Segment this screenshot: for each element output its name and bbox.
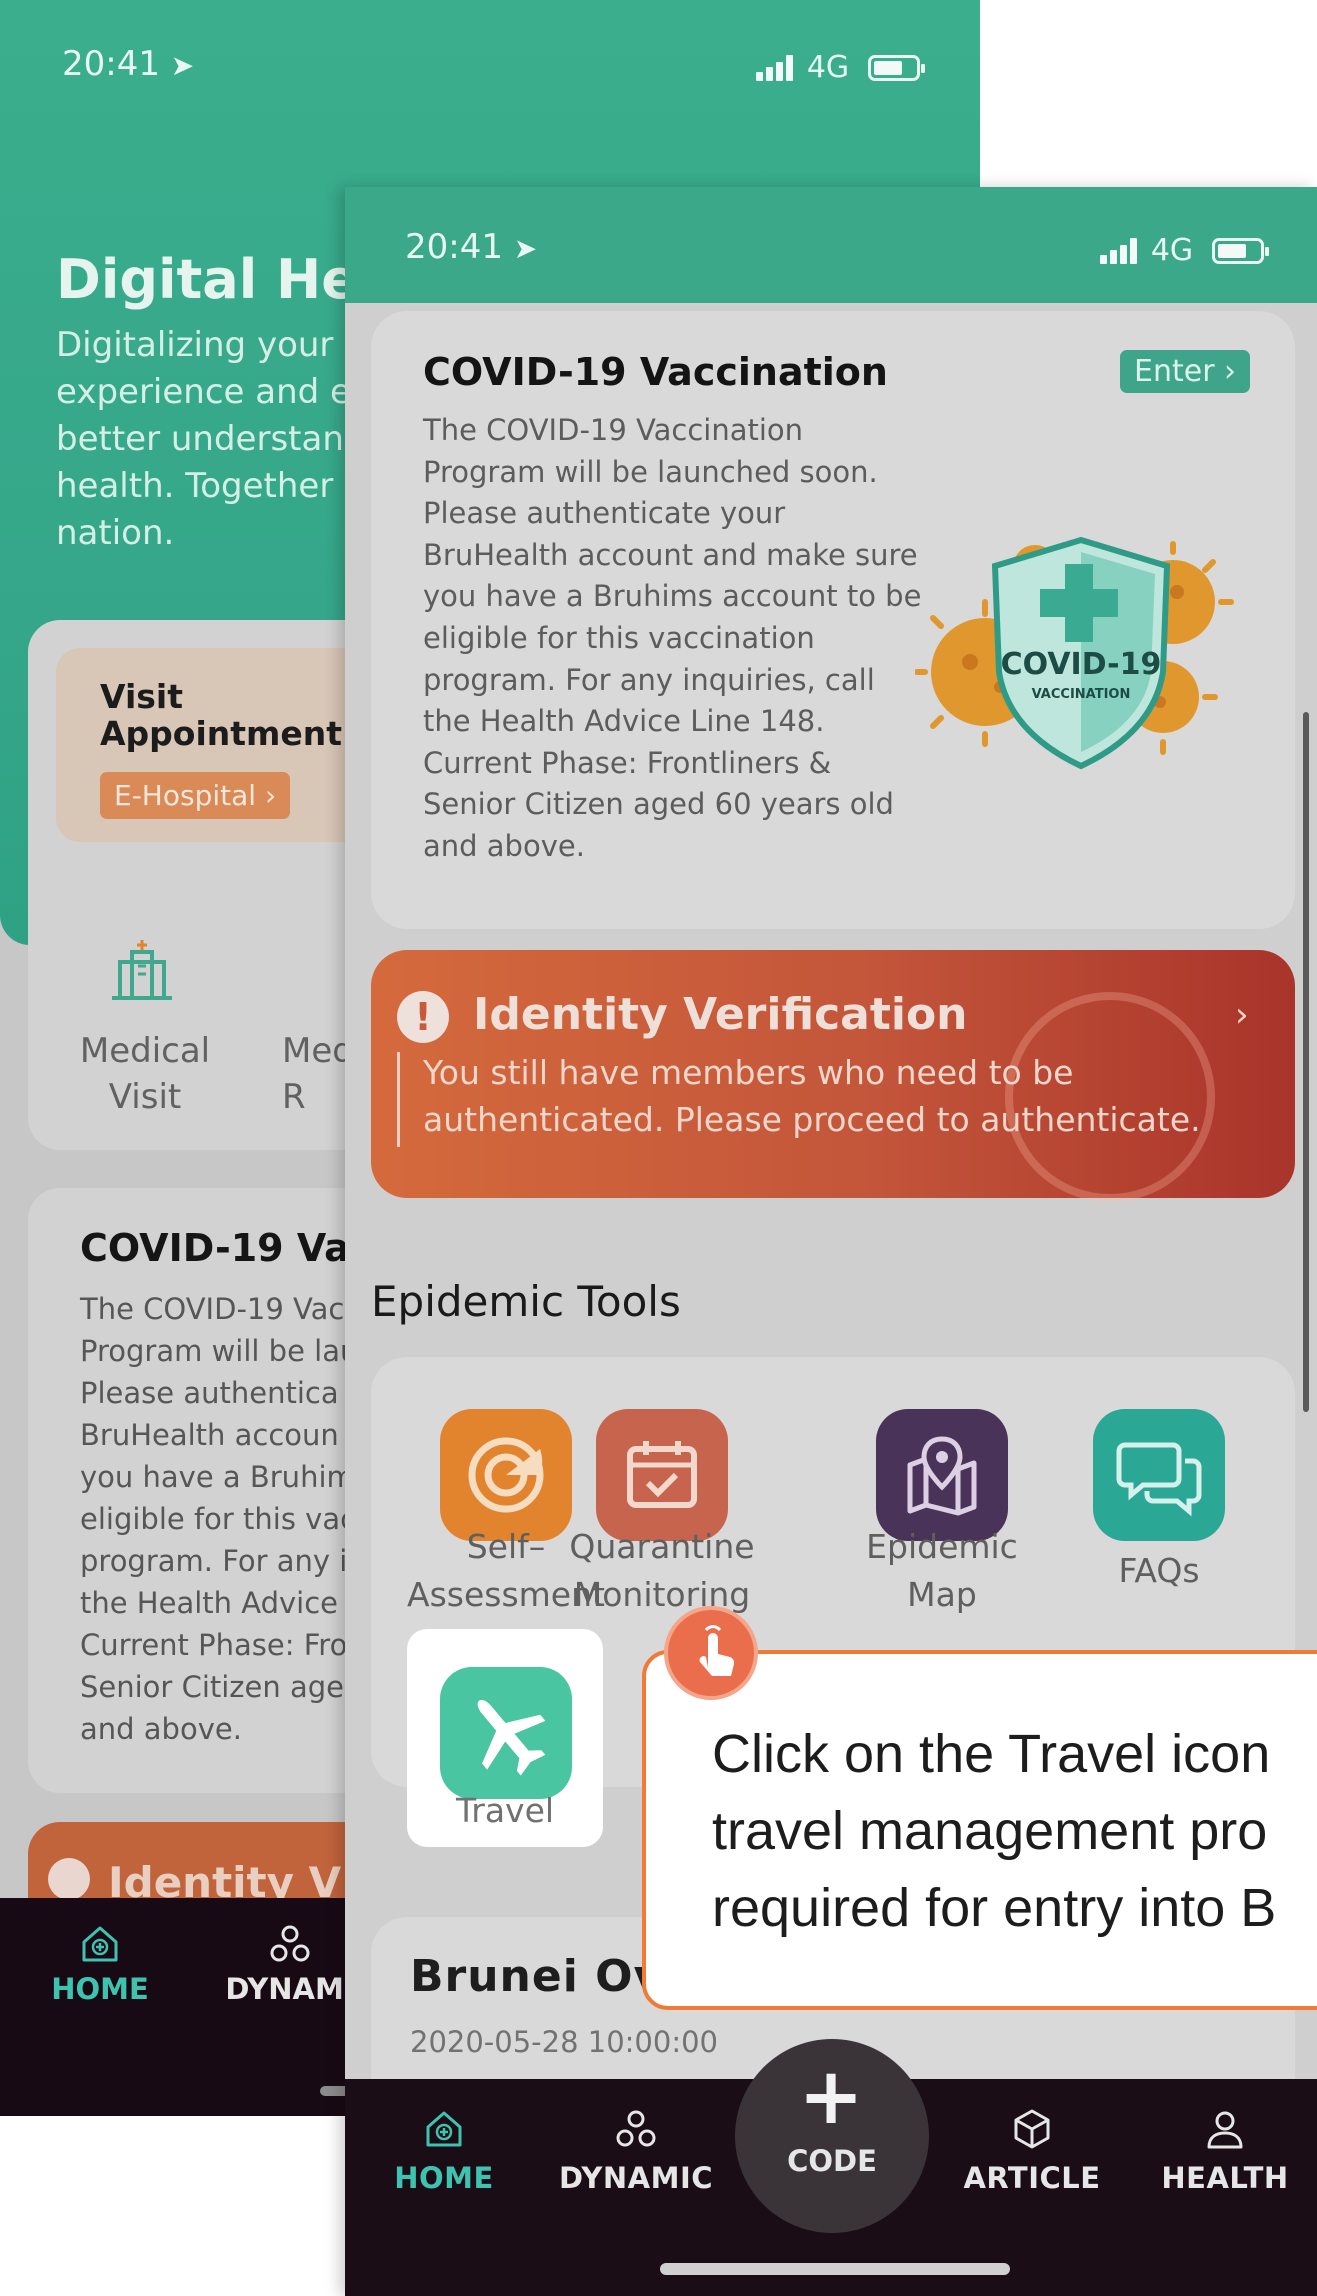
epidemic-map-button[interactable] [876,1409,1008,1541]
vaccination-title: COVID-19 Vaccination [423,350,888,394]
alert-icon [48,1858,90,1900]
status-bar: 20:41 ➤ [62,44,194,84]
tooltip-line: travel management pro [712,1801,1268,1861]
nav-article-label: ARTICLE [963,2161,1101,2195]
map-pin-icon [907,1436,977,1516]
nav-home[interactable]: HOME [364,2107,524,2195]
nav-article[interactable]: ARTICLE [952,2107,1112,2195]
epidemic-tools-heading: Epidemic Tools [371,1277,681,1326]
quarantine-monitoring-button[interactable] [596,1409,728,1541]
location-arrow-icon: ➤ [513,232,538,265]
radar-icon [468,1437,544,1513]
alert-icon: ! [397,991,449,1043]
airplane-icon [477,1699,546,1776]
nav-health-label: HEALTH [1161,2161,1289,2195]
network-label: 4G [806,50,850,85]
dynamic-icon [270,1925,310,1962]
battery-icon [1211,237,1269,264]
tooltip-line: Click on the Travel icon [712,1724,1271,1784]
vaccination-title-back: COVID-19 Vac [80,1226,373,1270]
covid-vaccine-shield-icon: COVID-19 VACCINATION [915,536,1234,770]
location-arrow-icon: ➤ [170,49,195,82]
hospital-icon[interactable] [112,940,172,1002]
scrollbar[interactable] [1303,712,1309,1412]
quarantine-monitoring-label[interactable]: Quarantine Monitoring [562,1523,762,1619]
tap-hand-icon [664,1606,758,1700]
e-hospital-label: E-Hospital [114,779,257,812]
chat-bubbles-icon [1116,1442,1202,1517]
page-title: Digital Hea [56,248,395,311]
nav-dynamic[interactable]: DYNAMIC [556,2107,716,2195]
chevron-right-icon: › [264,779,277,812]
dynamic-icon [616,2110,656,2147]
nav-dynamic-label: DYNAMI [225,1972,355,2006]
enter-button[interactable]: Enter › [1120,350,1251,393]
status-time: 20:41 [405,227,503,267]
identity-text: You still have members who need to be au… [423,1053,1201,1139]
nav-dynamic-label: DYNAMIC [558,2161,714,2195]
faqs-label[interactable]: FAQs [1059,1547,1259,1595]
faqs-button[interactable] [1093,1409,1225,1541]
person-icon [1207,2111,1243,2149]
self-assessment-button[interactable] [440,1409,572,1541]
network-label: 4G [1150,233,1194,268]
nav-home-back[interactable]: HOME [40,1922,160,2006]
identity-divider [397,1052,400,1147]
nav-home-label: HOME [51,1972,149,2006]
status-time-group: 20:41 ➤ [405,227,537,267]
status-right: 4G [1100,229,1269,269]
identity-title: Identity Verification [473,989,968,1040]
chevron-right-icon[interactable]: › [1235,995,1249,1035]
nav-health[interactable]: HEALTH [1145,2107,1305,2195]
nav-code-label: CODE [787,2144,877,2178]
tooltip-text: Click on the Travel icon travel manageme… [712,1716,1317,1947]
medical-record-label[interactable]: Med R [282,1028,354,1120]
signal-icon [1100,237,1140,264]
travel-button[interactable] [440,1667,572,1799]
news-date: 2020-05-28 10:00:00 [410,2025,718,2059]
home-icon [82,1926,118,1962]
status-right: 4G [756,46,925,86]
medical-visit-label[interactable]: Medical Visit [60,1028,230,1120]
tooltip-line: required for entry into B [712,1878,1277,1938]
home-indicator [660,2263,1010,2275]
finger-tap-icon [699,1625,735,1676]
badge-title: COVID-19 [1001,647,1162,682]
badge-subtitle: VACCINATION [1032,687,1131,702]
status-time: 20:41 [62,44,160,84]
e-hospital-button[interactable]: E-Hospital › [100,772,291,819]
news-title: Brunei Ov [410,1951,664,2002]
vaccination-body: The COVID-19 Vaccination Program will be… [423,413,922,863]
plus-icon: + [798,2052,864,2142]
nav-dynamic-back[interactable]: DYNAMI [220,1922,360,2006]
epidemic-map-label[interactable]: Epidemic Map [842,1523,1042,1619]
nav-home-label: HOME [394,2161,494,2195]
home-icon [426,2111,462,2147]
calendar-check-icon [627,1441,697,1508]
battery-icon [867,54,925,81]
signal-icon [756,54,796,81]
travel-label: Travel [455,1791,555,1830]
cube-icon [1014,2109,1050,2149]
